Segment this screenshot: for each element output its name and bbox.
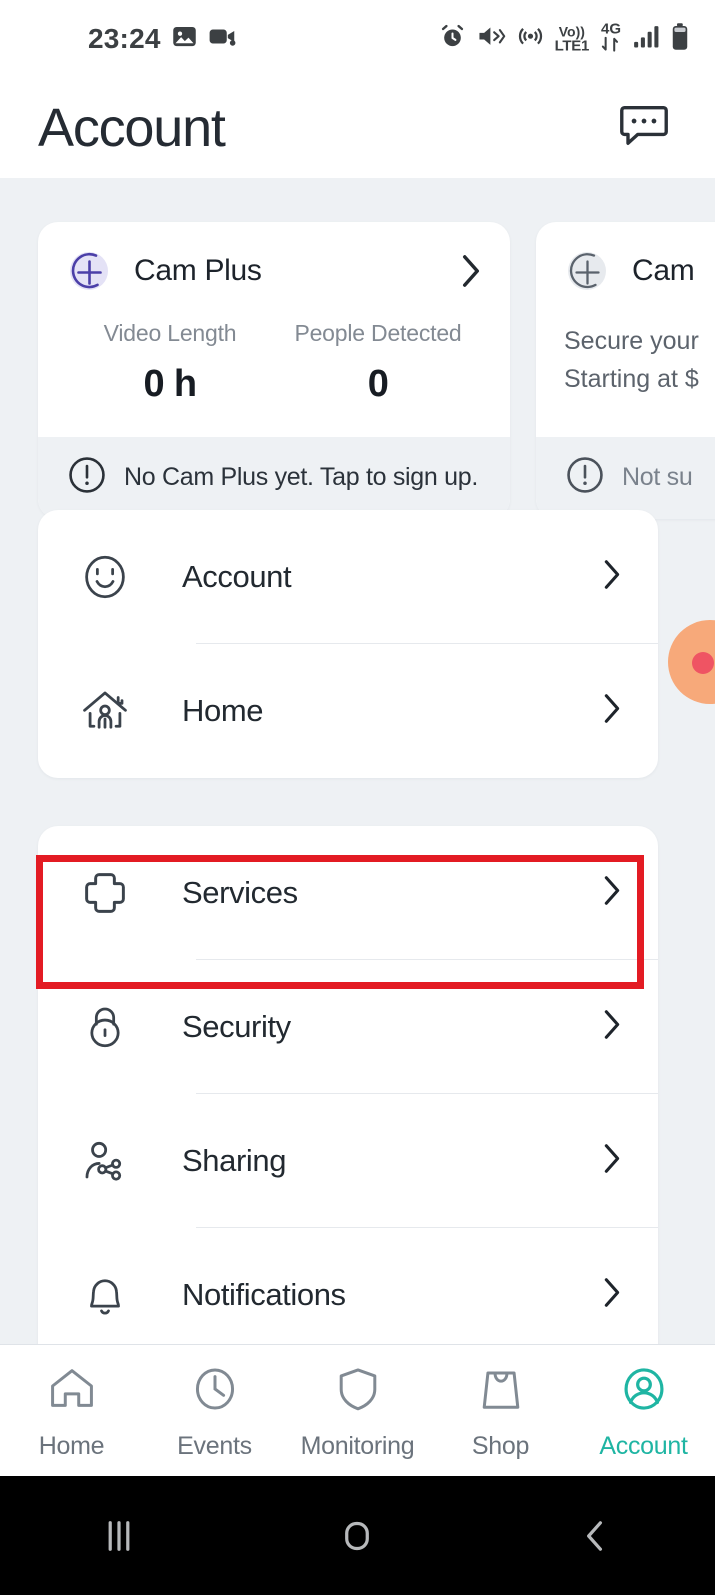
network-indicator: 4G: [600, 20, 622, 57]
promo-card-footer[interactable]: Not su: [536, 437, 715, 519]
recents-icon[interactable]: [59, 1501, 179, 1571]
status-bar-left: 23:24: [88, 23, 238, 55]
hotspot-icon: [517, 23, 544, 55]
chat-bubble-icon[interactable]: [617, 102, 671, 155]
chevron-right-icon[interactable]: [602, 1008, 622, 1047]
nav-item-label: Events: [177, 1431, 252, 1460]
menu-item-services[interactable]: Services: [38, 826, 658, 960]
menu-item-notifications[interactable]: Notifications: [38, 1228, 658, 1344]
floating-action-bubble[interactable]: [668, 620, 715, 704]
menu-item-security[interactable]: Security: [38, 960, 658, 1094]
home-icon: [44, 1361, 100, 1422]
nav-item-account[interactable]: Account: [572, 1345, 715, 1476]
shield-icon: [330, 1361, 386, 1422]
video-camera-icon: [208, 23, 238, 55]
shopping-bag-icon: [473, 1361, 529, 1422]
menu-item-account[interactable]: Account: [38, 510, 658, 644]
stat-video-length: Video Length 0 h: [66, 320, 274, 406]
stat-label: People Detected: [294, 320, 462, 346]
image-icon: [171, 23, 198, 55]
volte-indicator: Vo)) LTE1: [554, 23, 590, 55]
status-bar-right: Vo)) LTE1 4G: [439, 20, 689, 57]
chevron-right-icon[interactable]: [460, 252, 482, 295]
menu-item-home[interactable]: Home: [38, 644, 658, 778]
menu-item-label: Security: [182, 1009, 291, 1044]
stat-value: 0 h: [143, 363, 197, 405]
chevron-right-icon[interactable]: [602, 1276, 622, 1315]
menu-item-label: Notifications: [182, 1277, 346, 1312]
back-icon[interactable]: [536, 1501, 656, 1571]
menu-group-profile: Account Home: [38, 510, 658, 778]
menu-item-sharing[interactable]: Sharing: [38, 1094, 658, 1228]
bottom-navigation: Home Events Monitoring Shop Account: [0, 1344, 715, 1476]
home-circle-icon[interactable]: [297, 1501, 417, 1571]
cam-plus-add-icon: [564, 248, 610, 294]
cam-plus-add-icon: [66, 248, 112, 294]
smiley-face-icon: [78, 551, 132, 603]
mute-vibrate-icon: [477, 23, 506, 55]
stat-people-detected: People Detected 0: [274, 320, 482, 406]
promo-card-header: Cam Plus: [66, 248, 482, 294]
menu-item-label: Services: [182, 875, 298, 910]
page-title: Account: [38, 98, 226, 158]
data-transfer-icon: [600, 37, 622, 56]
chevron-right-icon[interactable]: [602, 692, 622, 731]
status-bar: 23:24 Vo)) LTE1 4G: [0, 0, 715, 78]
promo-card-header: Cam: [564, 248, 715, 294]
nav-item-label: Shop: [471, 1431, 530, 1460]
stat-value: 0: [367, 363, 389, 405]
promo-card-description-line1: Secure your: [564, 327, 699, 355]
signal-bars-icon: [633, 24, 660, 54]
promo-card-stats: Video Length 0 h People Detected 0: [66, 320, 482, 406]
promo-card-carousel[interactable]: Cam Plus Video Length 0 h People Detecte…: [38, 222, 715, 519]
promo-card-footer-text: Not su: [622, 462, 693, 491]
user-circle-icon: [616, 1361, 672, 1422]
android-system-nav: [0, 1476, 715, 1595]
menu-group-settings: Services Security Sharing Notifications: [38, 826, 658, 1344]
lock-icon: [78, 1001, 132, 1053]
nav-item-label: Home: [38, 1431, 105, 1460]
chevron-right-icon[interactable]: [602, 558, 622, 597]
nav-item-label: Account: [599, 1431, 688, 1460]
alarm-icon: [439, 23, 466, 55]
nav-item-monitoring[interactable]: Monitoring: [286, 1345, 429, 1476]
promo-card-footer[interactable]: No Cam Plus yet. Tap to sign up.: [38, 437, 510, 519]
promo-card-body: Cam Secure your Starting at $: [536, 222, 715, 437]
promo-card-title: Cam Plus: [134, 254, 262, 287]
menu-item-label: Sharing: [182, 1143, 287, 1178]
stat-label: Video Length: [103, 320, 237, 346]
nav-item-events[interactable]: Events: [143, 1345, 286, 1476]
plus-cross-icon: [78, 867, 132, 919]
alert-circle-icon: [564, 454, 606, 501]
network-label: 4G: [600, 20, 621, 38]
nav-item-home[interactable]: Home: [0, 1345, 143, 1476]
promo-card-cam-plus-pro[interactable]: Cam Secure your Starting at $ Not su: [536, 222, 715, 519]
floating-bubble-dot: [692, 652, 714, 674]
nav-item-shop[interactable]: Shop: [429, 1345, 572, 1476]
battery-icon: [671, 22, 689, 55]
promo-card-body: Cam Plus Video Length 0 h People Detecte…: [38, 222, 510, 437]
scroll-body[interactable]: Cam Plus Video Length 0 h People Detecte…: [0, 178, 715, 1344]
volte-line2: LTE1: [554, 37, 590, 55]
nav-item-label: Monitoring: [300, 1431, 415, 1460]
app-header: Account: [0, 78, 715, 178]
share-person-icon: [78, 1135, 132, 1187]
volte-line1: Vo)): [558, 23, 585, 40]
chevron-right-icon[interactable]: [602, 874, 622, 913]
alert-circle-icon: [66, 454, 108, 501]
promo-card-cam-plus[interactable]: Cam Plus Video Length 0 h People Detecte…: [38, 222, 510, 519]
promo-card-footer-text: No Cam Plus yet. Tap to sign up.: [124, 462, 479, 491]
promo-card-title: Cam: [632, 254, 695, 287]
phone-screen: 23:24 Vo)) LTE1 4G Account Cam Plus Vide…: [0, 0, 715, 1595]
status-clock: 23:24: [88, 23, 161, 54]
menu-item-label: Account: [182, 559, 292, 594]
clock-icon: [187, 1361, 243, 1422]
promo-card-description-line2: Starting at $: [564, 364, 699, 393]
chevron-right-icon[interactable]: [602, 1142, 622, 1181]
home-person-icon: [78, 685, 132, 737]
menu-item-label: Home: [182, 693, 264, 728]
bell-icon: [78, 1269, 132, 1321]
